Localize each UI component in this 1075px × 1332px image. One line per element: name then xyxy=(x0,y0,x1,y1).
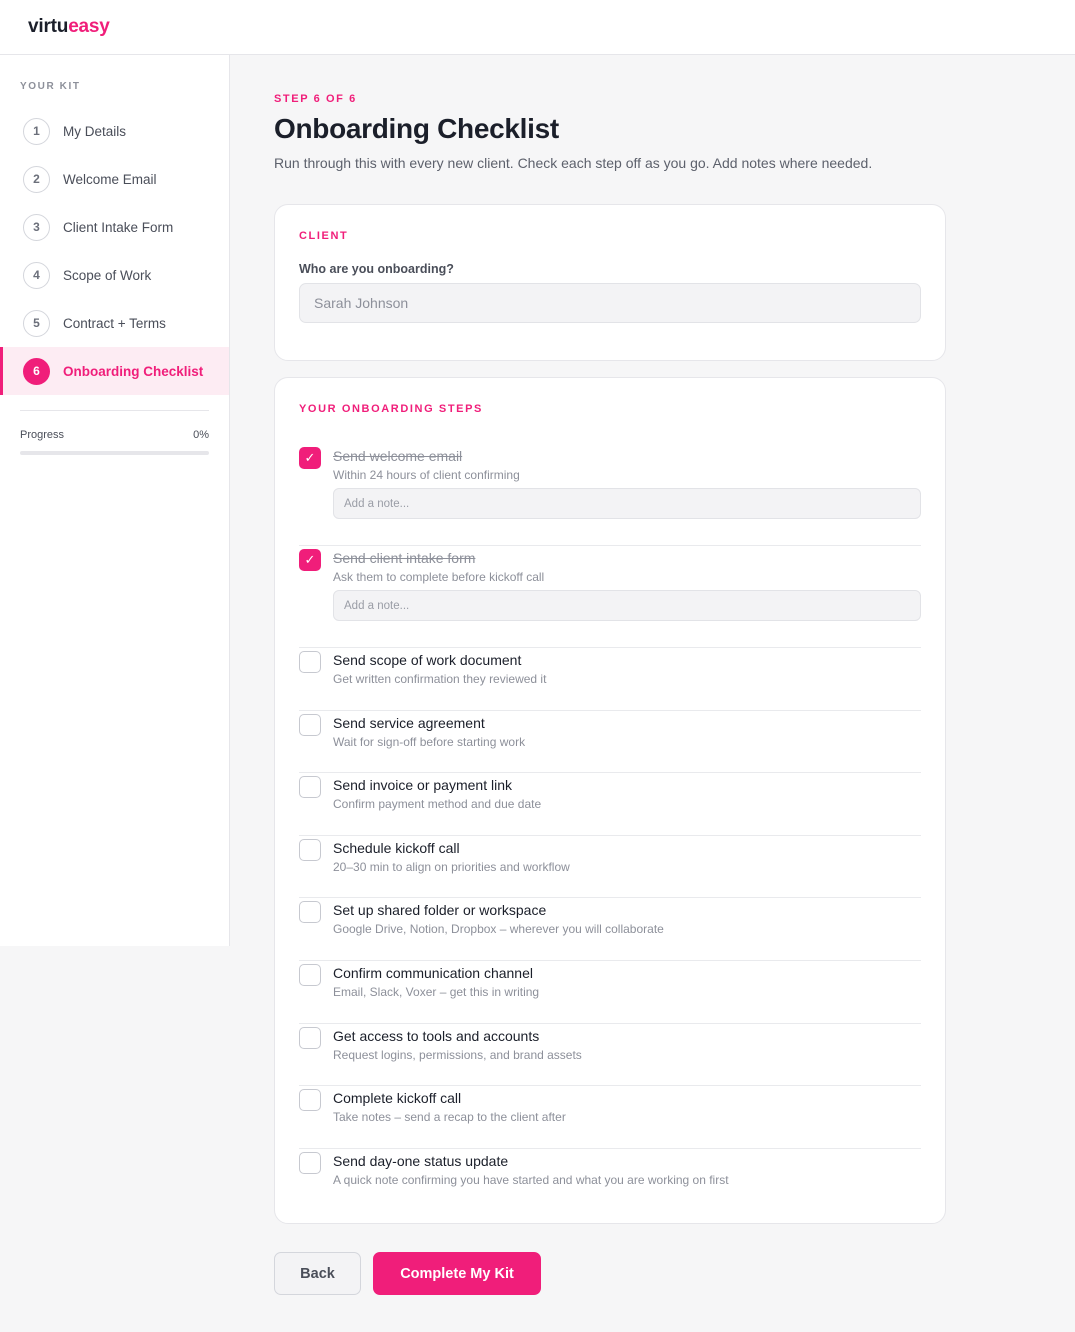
checklist-item-description: Get written confirmation they reviewed i… xyxy=(333,672,547,686)
checklist-item-description: Confirm payment method and due date xyxy=(333,797,542,812)
checklist-item-title: Send invoice or payment link xyxy=(333,777,512,794)
checkbox[interactable] xyxy=(299,651,321,673)
step-number-badge: 2 xyxy=(23,165,50,193)
checkbox[interactable] xyxy=(299,1026,321,1049)
task-list: ✓ Send welcome email Within 24 hours of cl… xyxy=(299,444,921,1211)
client-section-label: CLIENT xyxy=(299,230,349,242)
checkbox[interactable] xyxy=(299,838,321,861)
sidebar-divider xyxy=(20,410,209,411)
checkbox[interactable] xyxy=(299,1089,321,1112)
checklist-item-description: Take notes – send a recap to the client … xyxy=(333,1110,566,1125)
sidebar-nav: 1 My Details 2 Welcome Email 3 Client Intake … xyxy=(0,107,229,395)
checklist-item-title: Send scope of work document xyxy=(333,652,522,668)
sidebar-title: YOUR KIT xyxy=(20,81,81,92)
checklist-item-description: 20–30 min to align on priorities and wor… xyxy=(333,859,570,874)
checkbox[interactable] xyxy=(299,1151,321,1174)
checklist-item: ✓ Send welcome email Within 24 hours of cl… xyxy=(299,444,921,546)
logo-part-2: easy xyxy=(68,16,110,37)
step-indicator: STEP 6 OF 6 xyxy=(274,93,357,105)
complete-my-kit-button[interactable]: Complete My Kit xyxy=(373,1252,541,1295)
checklist-item-title: Set up shared folder or workspace xyxy=(333,902,547,919)
checklist-item: Send service agreement Wait for sign-off … xyxy=(299,711,921,774)
sidebar-item-welcome-email[interactable]: 2 Welcome Email xyxy=(0,155,229,203)
checklist-item: Schedule kickoff call 20–30 min to align … xyxy=(299,836,921,899)
checkbox[interactable] xyxy=(299,901,321,924)
checklist-item: Complete kickoff call Take notes – send a… xyxy=(299,1086,921,1149)
sidebar-item-label: Onboarding Checklist xyxy=(63,363,204,379)
checklist-item-title: Schedule kickoff call xyxy=(333,839,460,856)
checklist-item-description: Email, Slack, Voxer – get this in writin… xyxy=(333,984,540,999)
page-subtitle: Run through this with every new client. … xyxy=(274,155,873,171)
checkbox-checked[interactable]: ✓ xyxy=(299,549,321,571)
back-button[interactable]: Back xyxy=(274,1252,361,1295)
page-title: Onboarding Checklist xyxy=(274,113,559,144)
checklist-item-title: Send day-one status update xyxy=(333,1152,509,1169)
sidebar-item-label: My Details xyxy=(63,123,127,139)
step-number-badge: 6 xyxy=(23,357,50,385)
checkbox[interactable] xyxy=(299,963,321,986)
note-input[interactable] xyxy=(333,590,921,621)
sidebar-item-scope-of-work[interactable]: 4 Scope of Work xyxy=(0,251,229,299)
checklist-item-description: A quick note confirming you have started… xyxy=(333,1172,729,1187)
checklist-item: Send invoice or payment link Confirm paym… xyxy=(299,773,921,836)
sidebar-item-label: Welcome Email xyxy=(63,171,157,187)
sidebar-item-client-intake-form[interactable]: 3 Client Intake Form xyxy=(0,203,229,251)
checklist-item: Get access to tools and accounts Request … xyxy=(299,1024,921,1087)
progress-label: Progress xyxy=(20,429,65,441)
onboarding-steps-card: YOUR ONBOARDING STEPS ✓ Send welcome emai… xyxy=(274,377,946,1224)
checklist-item-description: Wait for sign-off before starting work xyxy=(333,734,526,749)
progress-bar xyxy=(20,451,209,455)
checklist-item-title: Send welcome email xyxy=(333,448,463,464)
step-number-badge: 3 xyxy=(23,213,50,241)
sidebar-item-label: Scope of Work xyxy=(63,267,152,283)
sidebar-item-onboarding-checklist[interactable]: 6 Onboarding Checklist xyxy=(0,347,229,395)
checklist-item: Send day-one status update A quick note c… xyxy=(299,1149,921,1212)
checklist-item-description: Request logins, permissions, and brand a… xyxy=(333,1047,582,1062)
client-name-input[interactable] xyxy=(299,283,921,323)
client-question-label: Who are you onboarding? xyxy=(299,262,454,276)
note-input[interactable] xyxy=(333,488,921,519)
checklist-item-title: Complete kickoff call xyxy=(333,1090,462,1107)
checklist-item: Set up shared folder or workspace Google … xyxy=(299,898,921,961)
logo[interactable]: virtueasy xyxy=(28,16,110,38)
checkbox[interactable] xyxy=(299,713,321,736)
checkbox-checked[interactable]: ✓ xyxy=(299,447,321,469)
checklist-item-description: Within 24 hours of client confirming xyxy=(333,468,520,482)
checklist-item: ✓ Send client intake form Ask them to comp… xyxy=(299,546,921,648)
checklist-item: Confirm communication channel Email, Slac… xyxy=(299,961,921,1024)
client-card: CLIENT Who are you onboarding? xyxy=(274,204,946,361)
top-bar: virtueasy xyxy=(0,0,1075,55)
sidebar-item-contract-terms[interactable]: 5 Contract + Terms xyxy=(0,299,229,347)
checklist-item-description: Ask them to complete before kickoff call xyxy=(333,570,545,584)
checkbox[interactable] xyxy=(299,776,321,799)
checklist-item-title: Confirm communication channel xyxy=(333,964,533,981)
checklist-item: Send scope of work document Get written c… xyxy=(299,648,921,711)
checklist-item-description: Google Drive, Notion, Dropbox – wherever… xyxy=(333,922,664,937)
sidebar-item-label: Contract + Terms xyxy=(63,315,166,331)
checklist-item-title: Send service agreement xyxy=(333,714,485,731)
checklist-item-title: Get access to tools and accounts xyxy=(333,1027,540,1044)
sidebar: YOUR KIT 1 My Details 2 Welcome Email 3 Clien… xyxy=(0,55,230,946)
steps-section-label: YOUR ONBOARDING STEPS xyxy=(299,403,483,415)
sidebar-item-label: Client Intake Form xyxy=(63,219,174,235)
logo-part-1: virtu xyxy=(28,16,69,37)
checklist-item-title: Send client intake form xyxy=(333,550,476,566)
progress-row: Progress 0% xyxy=(20,429,209,441)
step-number-badge: 1 xyxy=(23,117,50,145)
progress-value: 0% xyxy=(193,429,209,441)
sidebar-item-my-details[interactable]: 1 My Details xyxy=(0,107,229,155)
checkmark-icon: ✓ xyxy=(304,450,316,465)
checkmark-icon: ✓ xyxy=(304,552,316,567)
step-number-badge: 5 xyxy=(23,309,50,337)
step-number-badge: 4 xyxy=(23,261,50,289)
